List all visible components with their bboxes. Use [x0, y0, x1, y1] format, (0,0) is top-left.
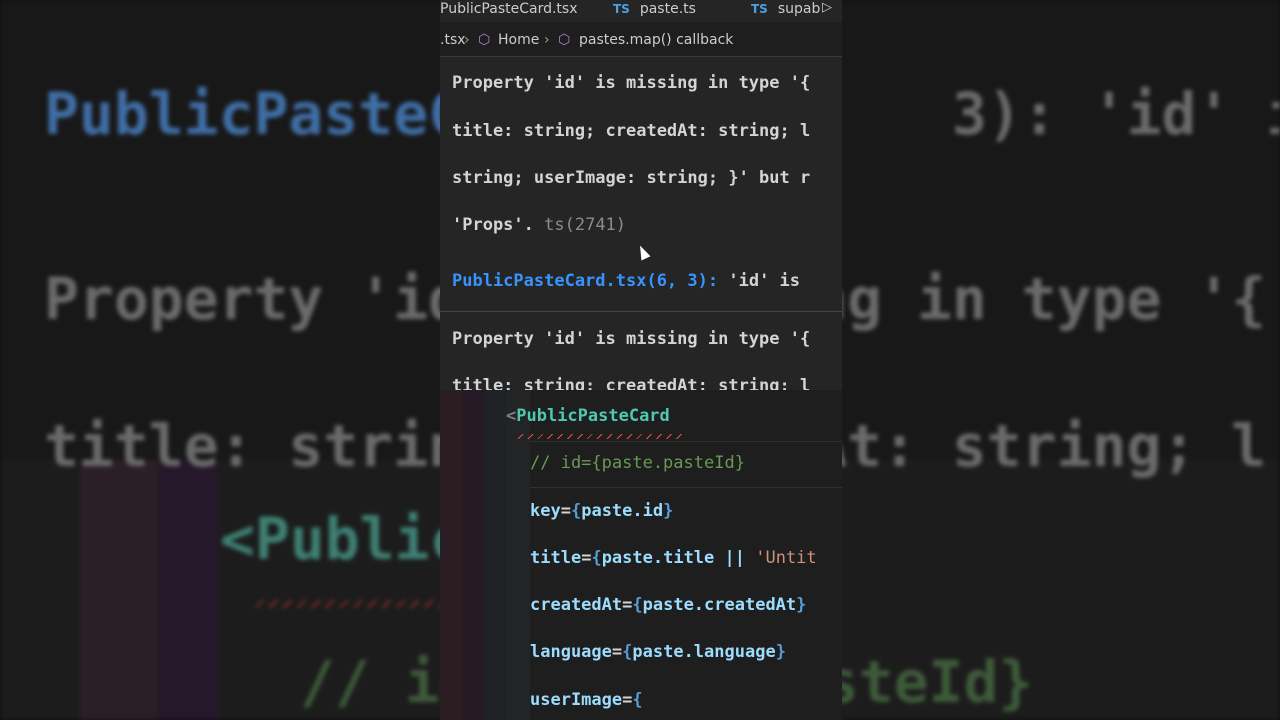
related-info-line: PublicPasteCard.tsx(6, 3): 'id' is — [452, 271, 800, 291]
symbol-cube-icon: ⬡ — [558, 32, 571, 48]
chevron-right-icon: › — [464, 32, 470, 48]
run-play-icon[interactable]: ▷ — [822, 0, 832, 15]
component-name: PublicPasteCard — [516, 406, 670, 426]
breadcrumb-item-home[interactable]: Home — [498, 32, 539, 48]
indent-guide — [484, 390, 506, 720]
chevron-right-icon: › — [544, 32, 550, 48]
bg-indent-guide — [160, 460, 218, 720]
mouse-cursor-icon — [635, 243, 651, 261]
indent-guide — [506, 390, 530, 720]
error-squiggle — [518, 434, 686, 439]
code-editor[interactable]: <PublicPasteCard // id={paste.pasteId} k… — [440, 390, 842, 720]
tab-publicpastecard[interactable]: PublicPasteCard.tsx — [440, 0, 578, 22]
tab-paste-ts[interactable]: TS paste.ts — [613, 0, 696, 22]
code-line-createdat: createdAt={paste.createdAt} — [530, 595, 807, 615]
code-line-key: key={paste.id} — [530, 501, 674, 521]
error-message-line: title: string; createdAt: string; l — [452, 121, 811, 141]
editor-tabs: PublicPasteCard.tsx TS paste.ts TS supab ▷ — [440, 0, 842, 22]
error-message-line: Property 'id' is missing in type '{ — [452, 73, 811, 93]
hover-divider — [440, 311, 842, 312]
tab-supabase[interactable]: TS supab — [751, 0, 820, 22]
code-line-userimage: userImage={ — [530, 690, 643, 710]
error-message-line: string; userImage: string; }' but r — [452, 168, 811, 188]
error-code: ts(2741) — [544, 215, 627, 235]
indent-guide — [440, 390, 462, 720]
tab-label: PublicPasteCard.tsx — [440, 1, 578, 17]
bg-link-text: PublicPasteC — [44, 80, 464, 148]
breadcrumb-file[interactable]: .tsx — [440, 32, 466, 48]
code-line-comment: // id={paste.pasteId} — [530, 453, 745, 473]
error-message-line: 'Props'. ts(2741) — [452, 215, 626, 235]
breadcrumb-item-callback[interactable]: pastes.map() callback — [579, 32, 733, 48]
symbol-cube-icon: ⬡ — [478, 32, 491, 48]
bg-error-squiggle — [256, 600, 442, 608]
code-line-language: language={paste.language} — [530, 642, 786, 662]
bg-indent-guide — [80, 460, 158, 720]
related-info-link[interactable]: PublicPasteCard.tsx(6, 3): — [452, 271, 718, 291]
related-info-text: 'id' is — [728, 271, 801, 291]
breadcrumb: .tsx › ⬡ Home › ⬡ pastes.map() callback — [440, 28, 842, 52]
bg-link-text-right: 3): 'id' is — [952, 80, 1280, 148]
error-hover-popup: Property 'id' is missing in type '{ titl… — [440, 56, 842, 396]
code-line-component: <PublicPasteCard — [506, 406, 670, 426]
typescript-icon: TS — [613, 2, 630, 16]
tab-label: paste.ts — [639, 1, 696, 17]
code-line-title: title={paste.title || 'Untit — [530, 548, 817, 568]
typescript-icon: TS — [751, 2, 768, 16]
tab-label: supab — [777, 1, 821, 17]
indent-guide — [462, 390, 484, 720]
error-message-line: Property 'id' is missing in type '{ — [452, 329, 811, 349]
error-message-text: 'Props'. — [452, 215, 534, 235]
editor-panel: PublicPasteCard.tsx TS paste.ts TS supab ▷… — [440, 0, 842, 720]
